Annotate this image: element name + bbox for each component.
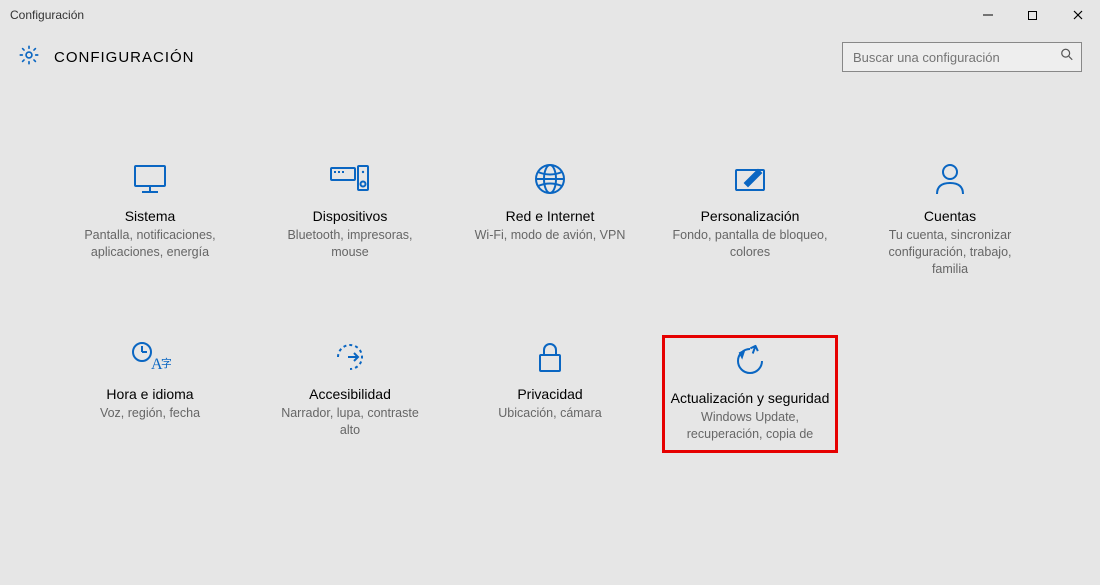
tile-system[interactable]: Sistema Pantalla, notificaciones, aplica…	[65, 160, 235, 278]
tile-subtitle: Wi-Fi, modo de avión, VPN	[465, 227, 635, 244]
tile-subtitle: Voz, región, fecha	[65, 405, 235, 422]
header-left: CONFIGURACIÓN	[18, 44, 195, 71]
devices-icon	[265, 160, 435, 198]
paint-icon	[665, 160, 835, 198]
tile-title: Privacidad	[465, 386, 635, 402]
update-icon	[665, 342, 835, 380]
tile-title: Red e Internet	[465, 208, 635, 224]
tile-privacy[interactable]: Privacidad Ubicación, cámara	[465, 338, 635, 451]
gear-icon	[18, 44, 40, 71]
display-icon	[65, 160, 235, 198]
tile-title: Cuentas	[865, 208, 1035, 224]
tile-title: Accesibilidad	[265, 386, 435, 402]
tile-network[interactable]: Red e Internet Wi-Fi, modo de avión, VPN	[465, 160, 635, 278]
tile-subtitle: Fondo, pantalla de bloqueo, colores	[665, 227, 835, 261]
settings-grid: Sistema Pantalla, notificaciones, aplica…	[0, 80, 1100, 450]
time-language-icon: A字	[65, 338, 235, 376]
globe-icon	[465, 160, 635, 198]
page-title: CONFIGURACIÓN	[54, 49, 195, 66]
person-icon	[865, 160, 1035, 198]
search-input[interactable]	[842, 42, 1082, 72]
window-title: Configuración	[10, 8, 84, 22]
close-button[interactable]	[1055, 0, 1100, 30]
tile-title: Personalización	[665, 208, 835, 224]
tile-title: Actualización y seguridad	[665, 390, 835, 406]
accessibility-icon	[265, 338, 435, 376]
window-controls	[965, 0, 1100, 30]
search-container	[842, 42, 1082, 72]
tile-accessibility[interactable]: Accesibilidad Narrador, lupa, contraste …	[265, 338, 435, 451]
tile-devices[interactable]: Dispositivos Bluetooth, impresoras, mous…	[265, 160, 435, 278]
lock-icon	[465, 338, 635, 376]
tile-time-language[interactable]: A字 Hora e idioma Voz, región, fecha	[65, 338, 235, 451]
header: CONFIGURACIÓN	[0, 30, 1100, 80]
tile-update-security[interactable]: Actualización y seguridad Windows Update…	[665, 338, 835, 451]
tile-title: Sistema	[65, 208, 235, 224]
maximize-button[interactable]	[1010, 0, 1055, 30]
tile-accounts[interactable]: Cuentas Tu cuenta, sincronizar configura…	[865, 160, 1035, 278]
tile-subtitle: Ubicación, cámara	[465, 405, 635, 422]
tile-subtitle: Bluetooth, impresoras, mouse	[265, 227, 435, 261]
tile-subtitle: Tu cuenta, sincronizar configuración, tr…	[865, 227, 1035, 278]
tile-subtitle: Narrador, lupa, contraste alto	[265, 405, 435, 439]
minimize-button[interactable]	[965, 0, 1010, 30]
tile-title: Hora e idioma	[65, 386, 235, 402]
tile-subtitle: Windows Update, recuperación, copia de	[665, 409, 835, 443]
titlebar: Configuración	[0, 0, 1100, 30]
tile-personalization[interactable]: Personalización Fondo, pantalla de bloqu…	[665, 160, 835, 278]
tile-title: Dispositivos	[265, 208, 435, 224]
tile-subtitle: Pantalla, notificaciones, aplicaciones, …	[65, 227, 235, 261]
svg-text:字: 字	[161, 356, 171, 370]
